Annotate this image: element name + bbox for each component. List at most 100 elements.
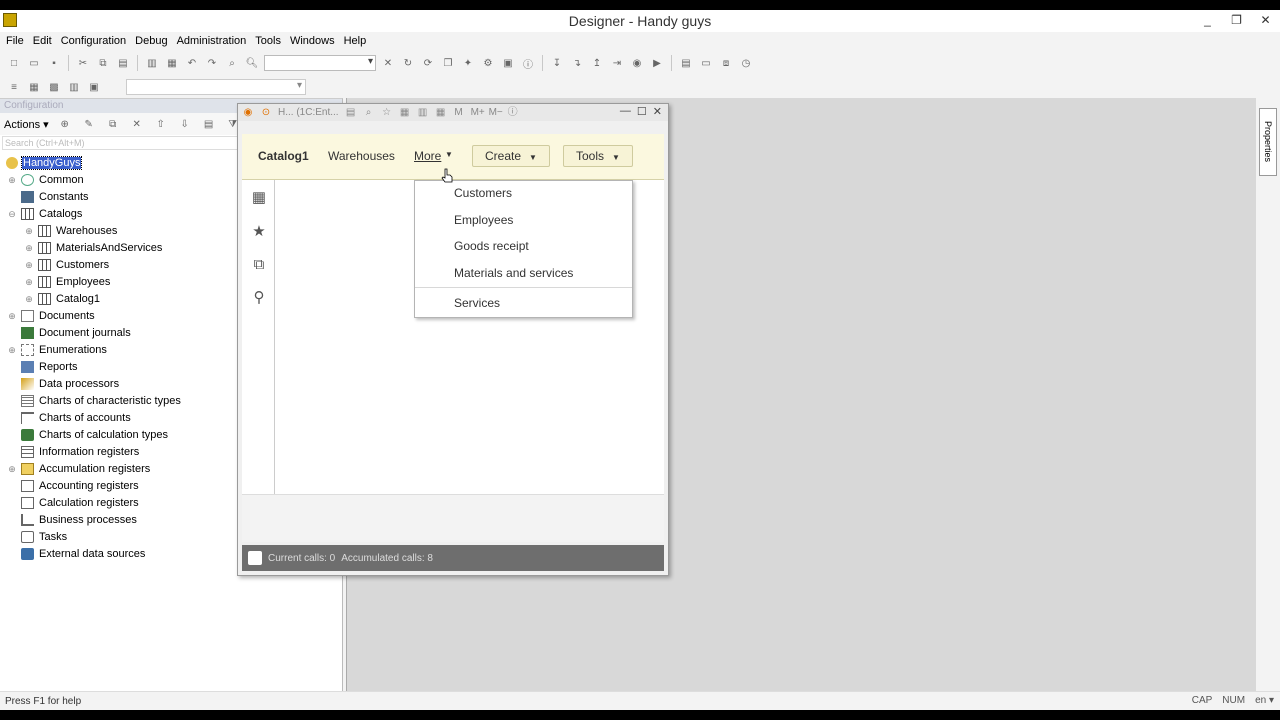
menu-file[interactable]: File [6,35,24,47]
expand-icon[interactable]: ⊕ [23,260,35,271]
menu-configuration[interactable]: Configuration [61,35,126,47]
enterprise-minimize-button[interactable]: — [620,105,631,118]
menu-tools[interactable]: Tools [255,35,281,47]
add-icon[interactable]: ⊕ [57,117,73,131]
tree-item-catalog1[interactable]: ⊕ Catalog1 [23,291,101,307]
tree-item-charts-of-characteristic-types[interactable]: Charts of characteristic types [18,393,182,409]
find-icon[interactable]: ⌕ [224,56,240,70]
run-icon[interactable]: ▤ [678,56,694,70]
print-icon[interactable]: ▥ [144,56,160,70]
dropdown-item-employees[interactable]: Employees [454,213,513,227]
tree-item-document-journals[interactable]: Document journals [18,325,132,341]
enterprise-close-button[interactable]: ✕ [653,105,662,118]
module-icon[interactable]: ⚙ [480,56,496,70]
tree-item-warehouses[interactable]: ⊕ Warehouses [23,223,118,239]
print-icon[interactable]: ▤ [345,107,357,119]
compare-icon[interactable]: ⧈ [718,56,734,70]
step-icon[interactable]: ↧ [549,56,565,70]
step-into-icon[interactable]: ↴ [569,56,585,70]
grid-menu-icon[interactable]: ▦ [251,190,267,206]
dropdown-item-goods-receipt[interactable]: Goods receipt [454,239,529,253]
memory-plus-icon[interactable]: M+ [471,107,485,119]
close-button[interactable]: ✕ [1251,10,1280,32]
clear-search-icon[interactable]: ✕ [380,56,396,70]
history-icon[interactable]: ⧉ [251,257,267,273]
config-combo[interactable] [126,79,306,95]
search-icon[interactable]: 🔍︎ [244,56,260,70]
cut-icon[interactable]: ✂ [75,56,91,70]
expand-icon[interactable]: ⊕ [6,311,18,322]
expand-icon[interactable]: ⊕ [23,243,35,254]
dropdown-item-materials-and-services[interactable]: Materials and services [454,266,573,280]
expand-icon[interactable]: ⊕ [23,294,35,305]
breakpoint-icon[interactable]: ◉ [629,56,645,70]
collapse-icon[interactable]: ⊖ [6,209,18,220]
menu-debug[interactable]: Debug [135,35,167,47]
history-icon[interactable]: ▦ [399,107,411,119]
windows-icon[interactable]: ❐ [440,56,456,70]
memory-icon[interactable]: M [453,107,465,119]
move-up-icon[interactable]: ⇧ [153,117,169,131]
section-catalog1[interactable]: Catalog1 [258,149,309,163]
tree-item-constants[interactable]: Constants [18,189,90,205]
redo-icon[interactable]: ↷ [204,56,220,70]
print-preview-icon[interactable]: ▦ [164,56,180,70]
tree-item-accumulation-registers[interactable]: ⊕ Accumulation registers [6,461,151,477]
calculator-icon[interactable]: ▦ [435,107,447,119]
favorites-star-icon[interactable]: ★ [251,224,267,240]
dropdown-item-customers[interactable]: Customers [454,186,512,200]
table-icon[interactable]: ▦ [26,80,42,94]
layout-icon[interactable]: ▭ [698,56,714,70]
run-to-icon[interactable]: ⇥ [609,56,625,70]
tree-item-common[interactable]: ⊕ Common [6,172,85,188]
new-icon[interactable]: □ [6,56,22,70]
sort-icon[interactable]: ▤ [201,117,217,131]
tree-item-catalogs[interactable]: ⊖ Catalogs [6,206,83,222]
tree-item-tasks[interactable]: Tasks [18,529,68,545]
more-menu[interactable]: More [414,149,441,163]
info-icon[interactable]: ⓘ [520,56,536,71]
continue-icon[interactable]: ▶ [649,56,665,70]
timer-icon[interactable]: ◷ [738,56,754,70]
actions-button[interactable]: Actions ▾ [4,118,49,131]
list-icon[interactable]: ≡ [6,80,22,94]
tree-item-employees[interactable]: ⊕ Employees [23,274,111,290]
edit-icon[interactable]: ✎ [81,117,97,131]
tree-item-materialsandservices[interactable]: ⊕ MaterialsAndServices [23,240,163,256]
section-warehouses[interactable]: Warehouses [328,149,395,163]
search-icon[interactable]: ⚲ [251,290,267,306]
tree-item-documents[interactable]: ⊕ Documents [6,308,96,324]
tree-item-business-processes[interactable]: Business processes [18,512,138,528]
save-icon[interactable]: ▪ [46,56,62,70]
tree-item-accounting-registers[interactable]: Accounting registers [18,478,140,494]
grid-icon[interactable]: ▩ [46,80,62,94]
search-combo[interactable] [264,55,376,71]
calendar-icon[interactable]: ▥ [417,107,429,119]
debug-icon[interactable]: ✦ [460,56,476,70]
tree-item-customers[interactable]: ⊕ Customers [23,257,110,273]
preview-icon[interactable]: ⌕ [363,107,375,119]
expand-icon[interactable]: ⊕ [23,226,35,237]
sync-icon[interactable]: ⟳ [420,56,436,70]
info-icon[interactable]: ⓘ [507,107,519,119]
minimize-button[interactable]: _ [1193,10,1222,32]
tools-button[interactable]: Tools ▼ [563,145,633,167]
copy-icon[interactable]: ⧉ [105,117,121,131]
tree-item-enumerations[interactable]: ⊕ Enumerations [6,342,108,358]
create-button[interactable]: Create ▼ [472,145,550,167]
expand-icon[interactable]: ⊕ [6,175,18,186]
memory-minus-icon[interactable]: M− [489,107,503,119]
favorite-icon[interactable]: ☆ [381,107,393,119]
menu-administration[interactable]: Administration [177,35,247,47]
tree-item-external-data-sources[interactable]: External data sources [18,546,146,562]
output-icon[interactable]: ▣ [86,80,102,94]
delete-icon[interactable]: ✕ [129,117,145,131]
tree-item-charts-of-calculation-types[interactable]: Charts of calculation types [18,427,169,443]
form-icon[interactable]: ▣ [500,56,516,70]
open-icon[interactable]: ▭ [26,56,42,70]
language-indicator[interactable]: en ▾ [1255,695,1274,706]
main-menu-icon[interactable]: ⊙ [260,107,272,119]
refresh-icon[interactable]: ↻ [400,56,416,70]
paste-icon[interactable]: ▤ [115,56,131,70]
expand-icon[interactable]: ⊕ [6,345,18,356]
